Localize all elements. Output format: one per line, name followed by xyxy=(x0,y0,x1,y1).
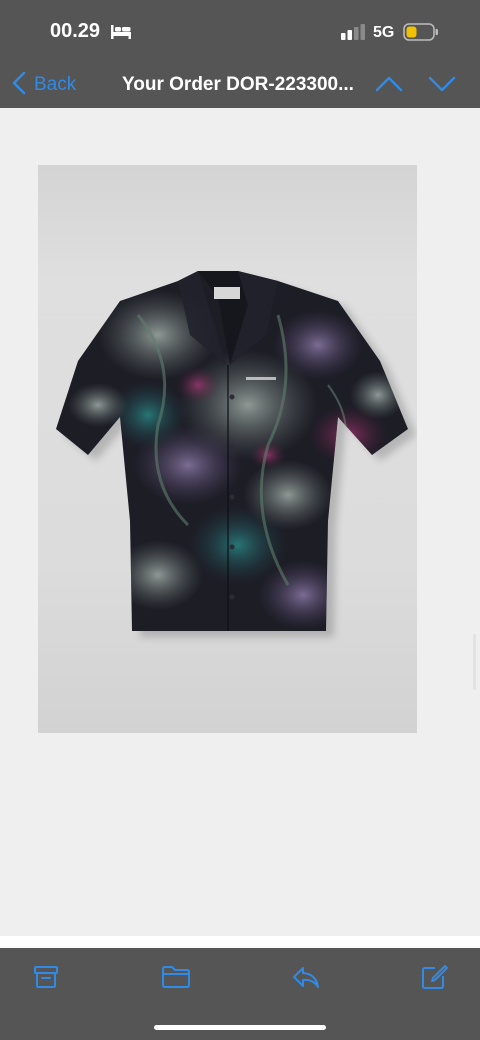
product-image xyxy=(38,165,417,733)
reply-icon xyxy=(291,967,321,994)
compose-button[interactable] xyxy=(421,964,449,995)
message-content xyxy=(0,108,480,936)
back-label: Back xyxy=(34,74,77,95)
next-message-button[interactable] xyxy=(428,74,456,99)
reply-button[interactable] xyxy=(291,964,321,995)
home-indicator[interactable] xyxy=(154,1025,326,1030)
status-time: 00.29 xyxy=(50,20,101,42)
archive-icon xyxy=(33,966,59,994)
page-title: Your Order DOR-223300... xyxy=(122,74,354,95)
bed-icon xyxy=(110,24,132,45)
cellular-signal-icon xyxy=(340,24,366,46)
chevron-left-icon xyxy=(12,71,26,100)
back-button[interactable]: Back xyxy=(12,71,77,100)
chevron-down-icon xyxy=(428,76,456,98)
move-to-folder-button[interactable] xyxy=(161,964,191,995)
chevron-up-icon xyxy=(375,76,403,98)
archive-button[interactable] xyxy=(33,964,59,995)
compose-icon xyxy=(421,965,449,994)
scroll-indicator[interactable] xyxy=(473,634,476,690)
previous-message-button[interactable] xyxy=(375,74,403,99)
network-type: 5G xyxy=(373,24,395,41)
battery-icon xyxy=(403,23,439,46)
folder-icon xyxy=(161,966,191,994)
toolbar-divider xyxy=(0,936,480,948)
shirt-illustration xyxy=(56,271,416,637)
status-bar: 00.29 5G xyxy=(0,0,480,62)
navigation-bar: Back Your Order DOR-223300... xyxy=(0,62,480,108)
